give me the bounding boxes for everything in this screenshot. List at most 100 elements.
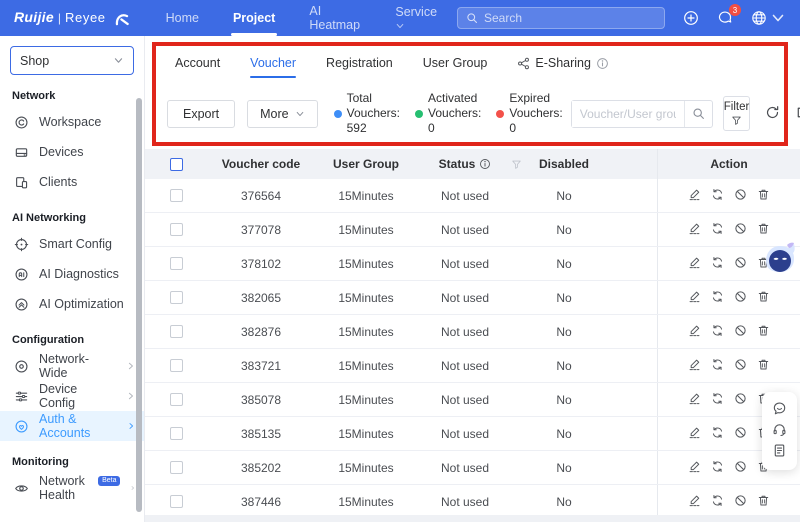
- sidebar-item-network-wide[interactable]: Network-Wide: [0, 351, 144, 381]
- global-search-input[interactable]: [484, 11, 656, 25]
- renew-button[interactable]: [711, 324, 724, 340]
- disable-button[interactable]: [734, 222, 747, 238]
- refresh-button[interactable]: [765, 105, 780, 123]
- edit-button[interactable]: [688, 358, 701, 374]
- feedback-button[interactable]: [772, 401, 787, 419]
- edit-button[interactable]: [688, 494, 701, 510]
- renew-button[interactable]: [711, 256, 724, 272]
- site-selector[interactable]: Shop: [10, 46, 134, 75]
- row-checkbox[interactable]: [169, 325, 183, 338]
- tab-account[interactable]: Account: [175, 56, 220, 78]
- support-headset-icon: [772, 422, 787, 437]
- disable-button[interactable]: [734, 324, 747, 340]
- disable-button[interactable]: [734, 188, 747, 204]
- edit-button[interactable]: [688, 256, 701, 272]
- bottom-strip: [145, 515, 800, 522]
- voucher-search: [570, 99, 713, 128]
- filter-button[interactable]: Filter: [722, 96, 751, 131]
- row-checkbox[interactable]: [169, 495, 183, 508]
- survey-button[interactable]: [772, 443, 787, 461]
- nav-service[interactable]: Service: [395, 0, 437, 36]
- disable-button[interactable]: [734, 426, 747, 442]
- tab-e-sharing[interactable]: E-Sharing: [517, 56, 609, 78]
- disable-button[interactable]: [734, 358, 747, 374]
- more-button[interactable]: More: [247, 99, 318, 128]
- disable-button[interactable]: [734, 494, 747, 510]
- edit-button[interactable]: [688, 324, 701, 340]
- ai-assistant-mascot[interactable]: [760, 237, 800, 277]
- row-checkbox[interactable]: [169, 393, 183, 406]
- edit-button[interactable]: [688, 188, 701, 204]
- voucher-search-input[interactable]: [571, 100, 684, 127]
- row-checkbox[interactable]: [169, 223, 183, 236]
- edit-button[interactable]: [688, 392, 701, 408]
- sidebar-item-auth-accounts[interactable]: Auth & Accounts: [0, 411, 144, 441]
- row-checkbox[interactable]: [169, 461, 183, 474]
- status: Not used: [440, 494, 490, 509]
- sidebar-scrollbar[interactable]: [136, 98, 142, 512]
- sidebar-item-device-config[interactable]: Device Config: [0, 381, 144, 411]
- status-filter-icon[interactable]: [511, 159, 522, 170]
- nav-ai-heatmap[interactable]: AI Heatmap: [309, 0, 361, 36]
- voucher-code: 378102: [240, 256, 282, 271]
- sidebar-item-smart-config[interactable]: Smart Config: [0, 229, 144, 259]
- renew-button[interactable]: [711, 188, 724, 204]
- add-project-button[interactable]: [683, 10, 699, 26]
- user-group: 15Minutes: [338, 494, 394, 509]
- disable-button[interactable]: [734, 290, 747, 306]
- sidebar-item-ai-diagnostics[interactable]: AI Diagnostics: [0, 259, 144, 289]
- messages-button[interactable]: 3: [717, 4, 741, 26]
- export-button[interactable]: Export: [167, 99, 236, 128]
- renew-button[interactable]: [711, 222, 724, 238]
- delete-button[interactable]: [757, 290, 770, 306]
- row-checkbox[interactable]: [169, 257, 183, 270]
- select-all-checkbox[interactable]: [169, 157, 183, 171]
- disable-button[interactable]: [734, 256, 747, 272]
- nav-home[interactable]: Home: [166, 0, 199, 36]
- disable-button[interactable]: [734, 460, 747, 476]
- sidebar-item-ai-optimization[interactable]: AI Optimization: [0, 289, 144, 319]
- renew-icon: [711, 290, 724, 303]
- delete-button[interactable]: [757, 358, 770, 374]
- row-checkbox[interactable]: [169, 189, 183, 202]
- tab-voucher[interactable]: Voucher: [250, 56, 296, 78]
- support-button[interactable]: [772, 422, 787, 440]
- edit-button[interactable]: [688, 290, 701, 306]
- status: Not used: [440, 426, 490, 441]
- tab-registration[interactable]: Registration: [326, 56, 393, 78]
- language-button[interactable]: [751, 10, 786, 26]
- delete-button[interactable]: [757, 324, 770, 340]
- renew-button[interactable]: [711, 426, 724, 442]
- user-group: 15Minutes: [338, 324, 394, 339]
- row-checkbox[interactable]: [169, 427, 183, 440]
- table-row: 385078 15Minutes Not used No: [145, 383, 800, 417]
- renew-button[interactable]: [711, 460, 724, 476]
- renew-button[interactable]: [711, 392, 724, 408]
- search-button[interactable]: [683, 100, 712, 127]
- renew-button[interactable]: [711, 494, 724, 510]
- edit-button[interactable]: [688, 222, 701, 238]
- info-icon[interactable]: [479, 158, 491, 170]
- delete-button[interactable]: [757, 222, 770, 238]
- edit-button[interactable]: [688, 460, 701, 476]
- sidebar-item-devices[interactable]: Devices: [0, 137, 144, 167]
- row-checkbox[interactable]: [169, 359, 183, 372]
- sidebar-item-workspace[interactable]: Workspace: [0, 107, 144, 137]
- delete-button[interactable]: [757, 188, 770, 204]
- global-search[interactable]: [457, 7, 665, 29]
- sidebar-item-cutoff[interactable]: [0, 515, 144, 522]
- edit-button[interactable]: [688, 426, 701, 442]
- disable-button[interactable]: [734, 392, 747, 408]
- renew-button[interactable]: [711, 290, 724, 306]
- green-dot-icon: [415, 110, 423, 118]
- delete-button[interactable]: [757, 494, 770, 510]
- nav-project[interactable]: Project: [233, 0, 275, 36]
- brand-logo[interactable]: Ruijie | Reyee: [14, 9, 131, 27]
- export-share-button[interactable]: [795, 105, 800, 123]
- tab-user-group[interactable]: User Group: [423, 56, 488, 78]
- sidebar-item-network-health[interactable]: Network Health Beta: [0, 473, 144, 503]
- auth-accounts-icon: [14, 419, 29, 434]
- renew-button[interactable]: [711, 358, 724, 374]
- row-checkbox[interactable]: [169, 291, 183, 304]
- sidebar-item-clients[interactable]: Clients: [0, 167, 144, 197]
